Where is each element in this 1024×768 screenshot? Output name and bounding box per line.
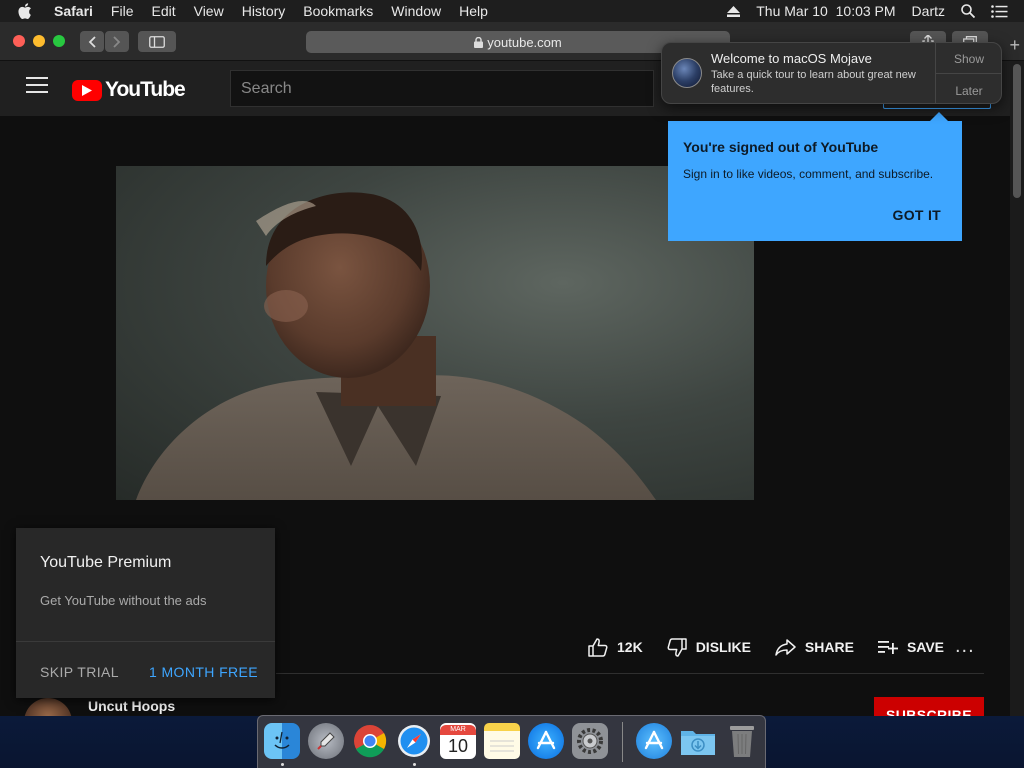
macos-menu-bar: Safari File Edit View History Bookmarks … [0, 0, 1024, 22]
finder-icon[interactable] [264, 723, 300, 759]
like-count: 12K [617, 639, 643, 655]
video-actions: 12K DISLIKE SHARE SAVE [588, 636, 968, 658]
calendar-month: MAR [440, 725, 476, 735]
menu-edit[interactable]: Edit [151, 3, 175, 19]
mojave-icon [672, 58, 702, 88]
skip-trial-button[interactable]: SKIP TRIAL [40, 664, 119, 680]
menu-app-safari[interactable]: Safari [54, 3, 93, 19]
got-it-button[interactable]: GOT IT [893, 207, 941, 223]
page-scrollbar-thumb[interactable] [1013, 64, 1021, 198]
system-preferences-icon[interactable] [572, 723, 608, 759]
notes-icon[interactable] [484, 723, 520, 759]
safari-running-indicator [413, 763, 416, 766]
youtube-logo-text: YouTube [105, 78, 186, 101]
menu-file[interactable]: File [111, 3, 134, 19]
thumbs-down-icon [667, 637, 687, 657]
dislike-label: DISLIKE [695, 639, 751, 655]
minimize-window-button[interactable] [33, 35, 45, 47]
spotlight-search-icon[interactable] [961, 4, 975, 18]
premium-description: Get YouTube without the ads [40, 593, 207, 608]
premium-divider [16, 641, 275, 642]
eject-icon[interactable] [727, 5, 741, 17]
premium-promo-popup: YouTube Premium Get YouTube without the … [16, 528, 275, 698]
back-button[interactable] [80, 31, 104, 52]
more-actions-icon[interactable]: ... [955, 636, 975, 656]
youtube-logo[interactable]: YouTube [72, 78, 186, 102]
section-divider [276, 673, 984, 674]
menu-view[interactable]: View [194, 3, 224, 19]
chrome-icon[interactable] [352, 723, 388, 759]
free-trial-button[interactable]: 1 MONTH FREE [149, 664, 258, 680]
thumbs-up-icon [588, 637, 608, 657]
sidebar-toggle-button[interactable] [138, 31, 176, 52]
menu-bar-status-area: Thu Mar 10 10:03 PM Dartz [727, 0, 1024, 22]
menu-window[interactable]: Window [391, 3, 441, 19]
video-frame [136, 192, 656, 500]
menu-clock[interactable]: Thu Mar 10 10:03 PM [756, 3, 895, 19]
video-player[interactable] [116, 166, 754, 500]
trash-icon[interactable] [724, 723, 760, 759]
search-placeholder: Search [241, 79, 292, 97]
sidebar-icon [149, 35, 165, 48]
channel-name[interactable]: Uncut Hoops [88, 698, 175, 714]
premium-title: YouTube Premium [40, 554, 172, 571]
like-button[interactable]: 12K [588, 637, 643, 657]
notification-button-divider [935, 73, 1001, 74]
close-window-button[interactable] [13, 35, 25, 47]
notification-center-icon[interactable] [991, 4, 1008, 18]
url-text: youtube.com [487, 34, 562, 50]
notification-title: Welcome to macOS Mojave [711, 51, 872, 66]
youtube-play-icon [72, 79, 102, 101]
forward-button[interactable] [105, 31, 129, 52]
notification-body: Take a quick tour to learn about great n… [711, 69, 916, 95]
guide-menu-icon[interactable] [26, 77, 48, 97]
add-to-playlist-icon [877, 640, 898, 654]
notification-later-button[interactable]: Later [936, 84, 1002, 98]
calendar-day: 10 [447, 736, 469, 756]
new-tab-plus-icon[interactable]: + [1009, 36, 1020, 54]
chevron-right-icon [113, 35, 121, 48]
dislike-button[interactable]: DISLIKE [667, 637, 751, 657]
menu-help[interactable]: Help [459, 3, 488, 19]
signed-out-message: Sign in to like videos, comment, and sub… [683, 167, 934, 181]
share-label: SHARE [804, 639, 854, 655]
macos-dock: MAR 10 [257, 715, 766, 768]
finder-running-indicator [281, 763, 284, 766]
calendar-icon[interactable]: MAR 10 [440, 723, 476, 759]
save-label: SAVE [906, 639, 945, 655]
safari-icon[interactable] [396, 723, 432, 759]
lock-icon [474, 36, 484, 48]
signed-out-tooltip: You're signed out of YouTube Sign in to … [668, 112, 962, 241]
chevron-left-icon [88, 35, 96, 48]
app-store-icon[interactable] [528, 723, 564, 759]
share-arrow-icon [775, 638, 796, 656]
menu-bookmarks[interactable]: Bookmarks [303, 3, 373, 19]
menu-history[interactable]: History [242, 3, 286, 19]
applications-folder-icon[interactable] [636, 723, 672, 759]
downloads-folder-icon[interactable] [680, 723, 716, 759]
apple-menu-icon[interactable] [18, 3, 38, 19]
launchpad-icon[interactable] [308, 723, 344, 759]
dock-separator [622, 722, 623, 762]
fullscreen-window-button[interactable] [53, 35, 65, 47]
notification-show-button[interactable]: Show [936, 52, 1002, 66]
share-button[interactable]: SHARE [775, 638, 854, 656]
search-input[interactable]: Search [230, 70, 654, 107]
macos-notification[interactable]: Welcome to macOS Mojave Take a quick tou… [661, 42, 1002, 104]
menu-user[interactable]: Dartz [912, 3, 945, 19]
save-button[interactable]: SAVE [877, 639, 945, 655]
signed-out-title: You're signed out of YouTube [683, 139, 879, 155]
